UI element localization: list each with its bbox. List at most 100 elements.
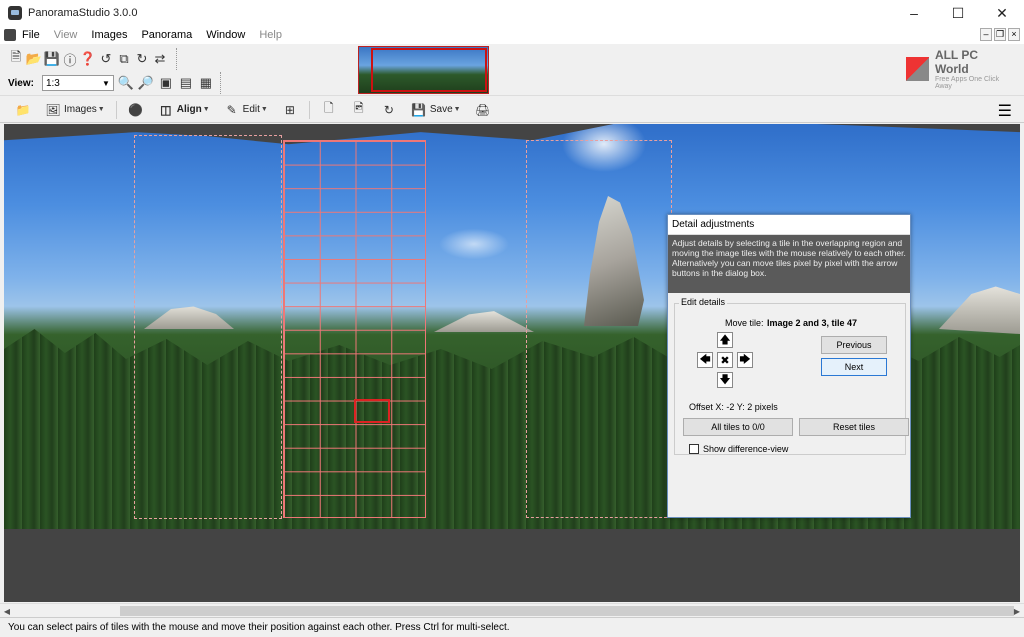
export-icon: 🗋 [324,101,334,115]
image-region-3[interactable] [526,140,672,518]
menu-bar: File View Images Panorama Window Help – … [0,26,1024,44]
menu-help[interactable]: Help [253,29,290,41]
rotate-left-icon[interactable]: ↺ [98,51,114,67]
upper-toolbar: 🗎 📂 💾 ⓘ ❓ ↺ ⧉ ↻ ⇄ View: 1:3 ▼ 🔍 🔎 ▣ ▤ ▦ [0,44,1024,96]
arrow-left-button[interactable]: 🡄 [697,352,713,368]
menu-panorama[interactable]: Panorama [135,29,200,41]
images-icon: 🖼 [45,102,61,117]
save-disk-icon[interactable]: 💾 [44,51,60,67]
image-export-button[interactable]: 🖻 [346,100,372,120]
align-label: Align [176,104,202,115]
view-label: View: [8,77,34,89]
scroll-right-icon[interactable]: ▶ [1010,604,1024,618]
group-label: Edit details [679,297,728,307]
crop-button[interactable]: ⊞ [277,100,303,120]
hamburger-menu-icon[interactable]: ☰ [998,101,1012,121]
reset-tiles-button[interactable]: Reset tiles [799,418,909,436]
zoom-out-icon[interactable]: 🔎 [138,75,154,91]
zoom-fit-icon[interactable]: ▣ [158,75,174,91]
chevron-down-icon: ▼ [102,78,110,88]
save-button[interactable]: 💾 Save ▼ [406,100,466,120]
image-region-1[interactable] [134,135,282,519]
move-tile-label: Move tile: [725,318,764,328]
brand-logo [906,57,929,81]
help-icon[interactable]: ❓ [80,51,96,67]
flip-icon[interactable]: ⇄ [152,51,168,67]
panorama-preview[interactable] [358,46,489,94]
dialog-title: Detail adjustments [668,215,910,235]
title-bar: PanoramaStudio 3.0.0 – ☐ ✕ [0,0,1024,26]
arrow-up-button[interactable]: 🡅 [717,332,733,348]
close-x-icon: ✖ [720,354,730,367]
mdi-restore-button[interactable]: ❐ [994,28,1006,41]
align-button[interactable]: ◫ Align ▼ [153,100,215,120]
refresh-button[interactable]: ↻ [376,100,402,120]
dialog-description: Adjust details by selecting a tile in th… [668,235,910,293]
file-toolbar: 🗎 📂 💾 ⓘ ❓ ↺ ⧉ ↻ ⇄ [8,48,177,70]
edit-label: Edit [242,104,260,115]
brand-name: ALL PC World [934,48,979,76]
selected-tile[interactable] [354,399,390,423]
brand-watermark: ALL PC World Free Apps One Click Away [906,48,1014,90]
mdi-close-button[interactable]: × [1008,28,1020,41]
difference-view-checkbox[interactable] [689,444,699,454]
zoom-in-icon[interactable]: 🔍 [118,75,134,91]
status-bar: You can select pairs of tiles with the m… [0,617,1024,637]
fullscreen-icon[interactable]: ▤ [178,75,194,91]
arrow-left-icon: 🡄 [699,353,711,366]
edit-details-group: Edit details Move tile: Image 2 and 3, t… [674,297,909,455]
preview-viewport-frame[interactable] [371,48,487,92]
folder-icon: 📁 [15,102,31,117]
menu-window[interactable]: Window [200,29,253,41]
rotate-right-icon[interactable]: ↻ [134,51,150,67]
align-icon: ◫ [160,102,172,117]
print-button[interactable]: 🖨 [470,100,496,120]
minimize-button[interactable]: – [892,0,936,26]
rotate-cube-icon[interactable]: ⧉ [116,51,132,67]
crop-icon: ⊞ [284,102,295,117]
print-icon: 🖨 [474,102,491,117]
zoom-select[interactable]: 1:3 ▼ [41,75,114,91]
dropdown-arrow-icon: ▼ [97,106,105,113]
mdi-minimize-button[interactable]: – [980,28,992,41]
menu-file[interactable]: File [16,29,48,41]
all-tiles-button[interactable]: All tiles to 0/0 [683,418,793,436]
export-button[interactable]: 🗋 [316,100,342,120]
info-icon[interactable]: ⓘ [62,51,78,68]
horizontal-scrollbar[interactable]: ◀ ▶ [0,603,1024,617]
close-button[interactable]: ✕ [980,0,1024,26]
scroll-left-icon[interactable]: ◀ [0,604,14,618]
open-folder-icon[interactable]: 📂 [26,51,42,67]
difference-view-option[interactable]: Show difference-view [689,444,788,454]
brand-tagline: Free Apps One Click Away [934,76,1000,90]
arrow-right-button[interactable]: 🡆 [737,352,753,368]
maximize-button[interactable]: ☐ [936,0,980,26]
save-label: Save [429,104,453,115]
overlap-tile-grid[interactable] [283,140,426,518]
toolbar-separator [115,100,117,119]
previous-button[interactable]: Previous [821,336,887,354]
save-icon: 💾 [411,102,427,117]
sphere-button[interactable]: ⚫ [123,100,149,120]
arrow-up-icon: 🡅 [719,333,731,346]
images-button[interactable]: 🖼 Images ▼ [40,100,110,120]
edit-button[interactable]: ✎ Edit ▼ [219,100,273,120]
open-project-button[interactable]: 📁 [10,100,36,120]
offset-readout: Offset X: -2 Y: 2 pixels [689,402,778,412]
grid-icon[interactable]: ▦ [198,75,214,91]
difference-view-label: Show difference-view [703,444,789,454]
document-menu-icon[interactable] [4,29,16,41]
image-export-icon: 🖻 [354,101,364,115]
arrow-down-icon: 🡇 [719,373,731,386]
next-button[interactable]: Next [821,358,887,376]
edit-pencil-icon: ✎ [226,102,237,117]
new-file-icon[interactable]: 🗎 [8,49,24,67]
menu-view[interactable]: View [48,29,86,41]
center-button[interactable]: ✖ [717,352,733,368]
arrow-down-button[interactable]: 🡇 [717,372,733,388]
scroll-thumb[interactable] [120,606,1014,616]
menu-images[interactable]: Images [85,29,135,41]
main-toolbar: 📁 🖼 Images ▼ ⚫ ◫ Align ▼ ✎ Edit ▼ ⊞ 🗋 🖻 ↻ 💾 Sav… [0,97,1024,123]
move-tile-value: Image 2 and 3, tile 47 [767,318,858,328]
app-icon [8,6,22,20]
